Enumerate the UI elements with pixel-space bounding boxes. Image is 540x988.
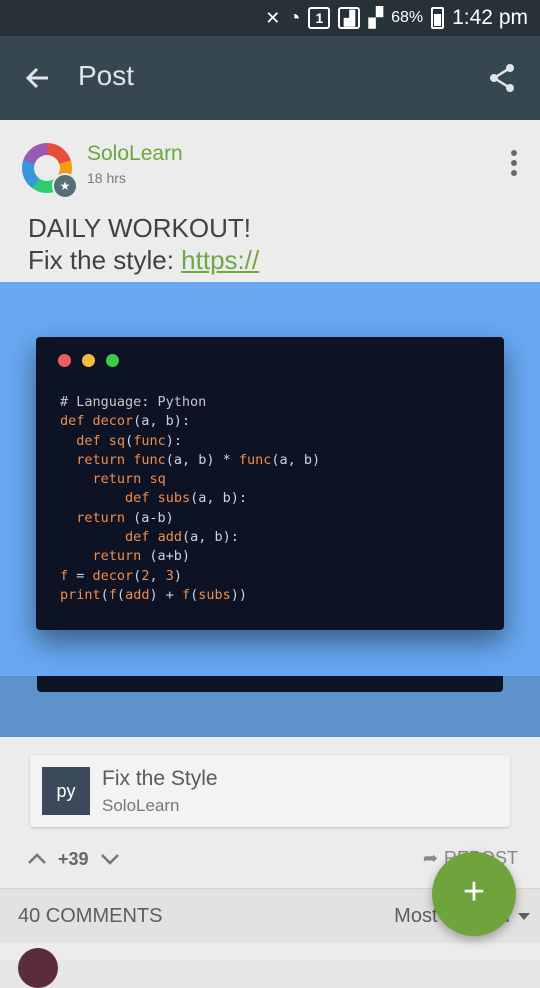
dropdown-caret-icon xyxy=(518,913,530,920)
code-block: # Language: Python def decor(a, b): def s… xyxy=(60,393,320,605)
code-line: return (a-b) xyxy=(76,509,174,526)
post-text: DAILY WORKOUT! Fix the style: https:// xyxy=(28,212,518,280)
signal-bars-icon: ▞ xyxy=(368,7,384,29)
sim-badge: 1 xyxy=(308,7,331,29)
code-line: # Language: Python xyxy=(60,394,207,410)
code-line: def decor(a, b): xyxy=(60,413,191,430)
more-vertical-icon[interactable] xyxy=(510,150,518,176)
language-badge: py xyxy=(42,767,90,815)
battery-icon xyxy=(431,7,445,29)
avatar[interactable]: ★ xyxy=(22,143,78,199)
lesson-title: Fix the Style xyxy=(102,767,218,790)
window-controls xyxy=(58,354,119,367)
post-author[interactable]: SoloLearn xyxy=(87,142,183,166)
status-bar: ✕ ◔ 1 ▟ ▞ 68% 1:42 pm xyxy=(0,0,540,36)
battery-percent: 68% xyxy=(391,9,424,26)
code-line: return sq xyxy=(92,471,166,488)
page-title: Post xyxy=(78,60,135,91)
code-line: print(f(add) + f(subs)) xyxy=(60,586,248,603)
vote-count: +39 xyxy=(58,848,89,869)
add-comment-fab[interactable]: + xyxy=(432,852,516,936)
star-badge-icon: ★ xyxy=(52,173,78,199)
comments-count: 40 COMMENTS xyxy=(18,905,163,927)
code-line: return (a+b) xyxy=(92,548,191,565)
clock: 1:42 pm xyxy=(452,6,528,29)
close-dot xyxy=(58,354,71,367)
code-line: f = decor(2, 3) xyxy=(60,567,182,584)
minimize-dot xyxy=(82,354,95,367)
lesson-card[interactable]: py Fix the Style SoloLearn xyxy=(30,755,510,827)
post-time: 18 hrs xyxy=(87,170,126,186)
wifi-icon: ◔ xyxy=(288,6,301,29)
app-bar: Post xyxy=(0,36,540,120)
code-card: # Language: Python def decor(a, b): def s… xyxy=(36,337,504,630)
arrow-left-icon[interactable] xyxy=(22,62,54,94)
status-icons: ✕ ◔ 1 ▟ ▞ 68% 1:42 pm xyxy=(265,0,528,36)
post-text-prefix: Fix the style: xyxy=(28,245,182,275)
code-line: return func(a, b) * func(a, b) xyxy=(76,451,321,468)
maximize-dot xyxy=(106,354,119,367)
share-icon[interactable] xyxy=(486,62,518,94)
vote-bar: +39 xyxy=(26,848,121,870)
code-line: def sq(func): xyxy=(76,432,182,449)
comment-avatar[interactable] xyxy=(18,948,58,988)
code-line: def add(a, b): xyxy=(125,529,239,546)
post-text-line2: Fix the style: https:// xyxy=(28,244,518,276)
mute-icon: ✕ xyxy=(265,7,281,28)
post-text-line1: DAILY WORKOUT! xyxy=(28,213,251,243)
signal-icon: ▟ xyxy=(338,7,361,29)
chevron-up-icon[interactable] xyxy=(26,848,48,870)
chevron-down-icon[interactable] xyxy=(99,848,121,870)
code-line: def subs(a, b): xyxy=(125,490,247,507)
post-link[interactable]: https:// xyxy=(181,245,259,275)
repost-icon: ➦ xyxy=(422,848,438,868)
lesson-subtitle: SoloLearn xyxy=(102,796,180,815)
